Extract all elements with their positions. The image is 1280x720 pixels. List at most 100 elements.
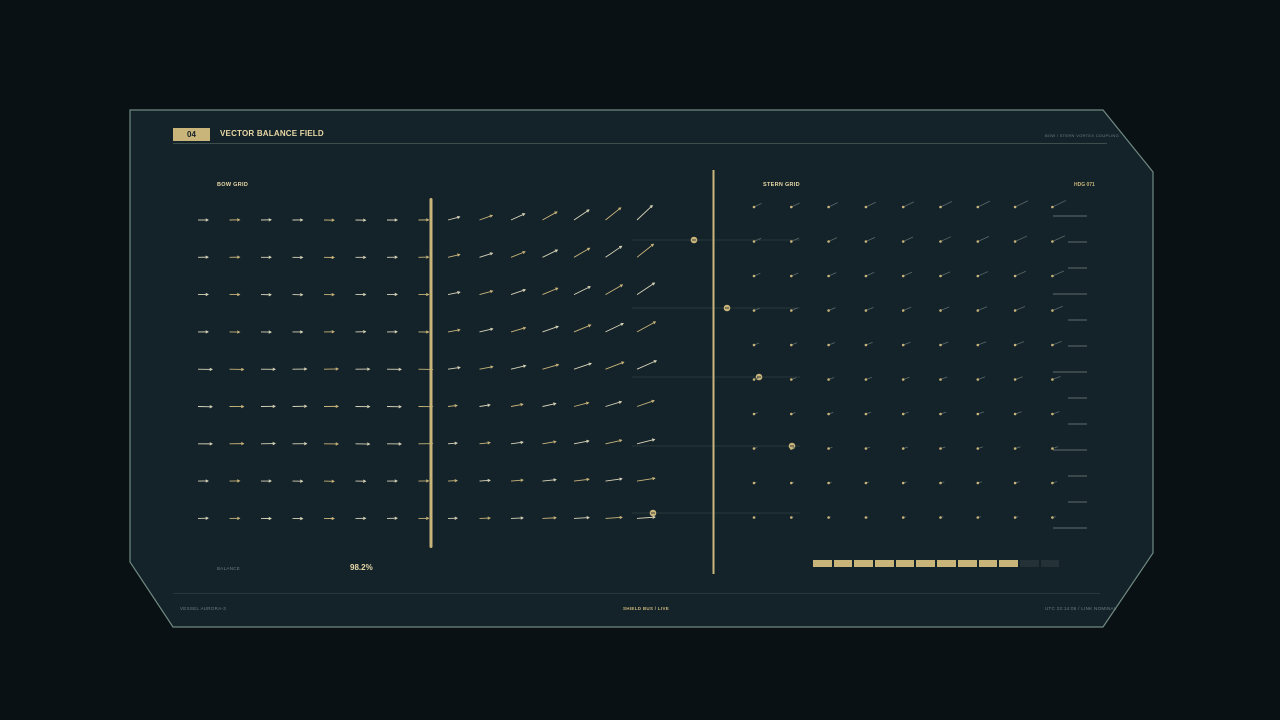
level-bar-segment [957, 560, 977, 567]
level-bar [813, 560, 1060, 567]
stern-vector-dot [976, 274, 980, 278]
stern-vector-dot [790, 516, 793, 519]
panel-frame [129, 109, 1154, 628]
stern-vector-dot [827, 516, 830, 519]
stern-vector-dot [1013, 447, 1017, 450]
level-bar-segment [1019, 560, 1039, 567]
stern-vector-dot [827, 378, 830, 381]
stern-vector-dot [864, 378, 868, 381]
stern-vector-dot [1013, 378, 1017, 381]
stern-vector-dot [1013, 205, 1017, 209]
stern-vector-dot [864, 240, 868, 243]
stern-vector-dot [752, 205, 756, 209]
stern-vector-dot [752, 516, 756, 519]
stern-vector-dot [864, 309, 868, 312]
stern-vector-dot [752, 481, 756, 485]
stern-vector-dot [864, 481, 868, 485]
stern-vector-dot [901, 343, 905, 347]
stern-vector-dot [976, 343, 980, 347]
stern-vector-dot [790, 447, 793, 450]
stern-vector-dot [939, 481, 942, 485]
stern-vector-dot [827, 343, 830, 347]
stern-vector-dot [939, 412, 942, 416]
level-bar-segment [875, 560, 894, 567]
level-bar-segment [813, 560, 832, 567]
stern-grid-label: STERN GRID [763, 182, 800, 188]
stern-vector-dot [790, 378, 793, 381]
stern-vector-dot [1013, 309, 1017, 312]
stern-vector-dot [1013, 412, 1017, 416]
stern-vector-dot [1051, 412, 1054, 416]
stern-vector-dot [976, 205, 980, 209]
stern-vector-dot [976, 447, 980, 450]
stern-vector-dot [1051, 481, 1054, 485]
stern-vector-dot [827, 481, 830, 485]
stern-vector-dot [827, 274, 830, 278]
bow-grid-label: BOW GRID [217, 182, 249, 188]
field-arrow [542, 517, 557, 519]
level-bar-segment [978, 560, 998, 567]
section-number-badge: 04 [173, 128, 210, 141]
stern-vector-dot [901, 205, 905, 209]
stern-vector-dot [752, 274, 756, 278]
stern-vector-dot [790, 412, 793, 416]
stern-vector-dot [976, 481, 980, 485]
level-bar-segment [854, 560, 874, 567]
stern-vector-dot [827, 412, 830, 416]
footer-status: SHIELD BUS / LIVE [623, 606, 670, 611]
stern-vector-dot [901, 412, 905, 416]
footer-time: UTC 22:14:06 / LINK NOMINAL [1045, 606, 1117, 611]
stern-vector-dot [790, 240, 793, 243]
stern-vector-dot [752, 412, 756, 416]
stern-vector-dot [976, 309, 980, 312]
stern-vector-dot [1013, 274, 1017, 278]
stern-vector-dot [790, 343, 793, 347]
level-bar-segment [1040, 560, 1060, 567]
stern-vector-dot [939, 205, 942, 209]
panel-subtitle: BOW / STERN VORTEX COUPLING [1045, 133, 1120, 138]
stern-vector-dot [1051, 240, 1054, 243]
stern-vector-dot [752, 240, 756, 243]
stern-vector-dot [827, 205, 830, 209]
stern-vector-dot [752, 447, 756, 450]
stern-vector-dot [901, 516, 905, 519]
stern-vector-dot [939, 516, 942, 519]
stern-vector-dot [1013, 240, 1017, 243]
level-bar-segment [833, 560, 853, 567]
stern-vector-dot [901, 481, 905, 485]
stern-vector-dot [901, 274, 905, 278]
stern-vector-dot [864, 516, 868, 519]
stern-vector-dot [976, 516, 980, 519]
stern-vector-dot [976, 412, 980, 416]
stern-vector-dot [1051, 516, 1054, 519]
stern-vector-dot [939, 343, 942, 347]
stern-vector-dot [901, 309, 905, 312]
stern-vector-dot [752, 309, 756, 312]
stern-vector-dot [939, 309, 942, 312]
stern-vector-dot [864, 447, 868, 450]
footer-vessel: VESSEL AURORA-3 [180, 606, 227, 611]
stern-vector-dot [790, 274, 793, 278]
level-bar-segment [916, 560, 936, 567]
stern-vector-dot [827, 447, 830, 450]
stern-vector-dot [939, 240, 942, 243]
balance-label: BALANCE [217, 566, 241, 571]
stern-vector-dot [939, 274, 942, 278]
stern-vector-dot [864, 274, 868, 278]
stern-vector-dot [939, 378, 942, 381]
level-bar-segment [937, 560, 956, 567]
panel-outline [129, 109, 1154, 628]
stern-vector-dot [976, 378, 980, 381]
stern-vector-dot [790, 309, 793, 312]
level-bar-segment [895, 560, 915, 567]
stern-vector-dot [976, 240, 980, 243]
stern-vector-dot [901, 240, 905, 243]
stern-vector-dot [1051, 343, 1054, 347]
stern-vector-dot [790, 205, 793, 209]
center-divider-bar [712, 170, 715, 574]
stern-vector-dot [939, 447, 942, 450]
stern-vector-dot [1013, 481, 1017, 485]
stern-vector-dot [1013, 343, 1017, 347]
stern-vector-dot [827, 309, 830, 312]
level-bar-segment [999, 560, 1018, 567]
